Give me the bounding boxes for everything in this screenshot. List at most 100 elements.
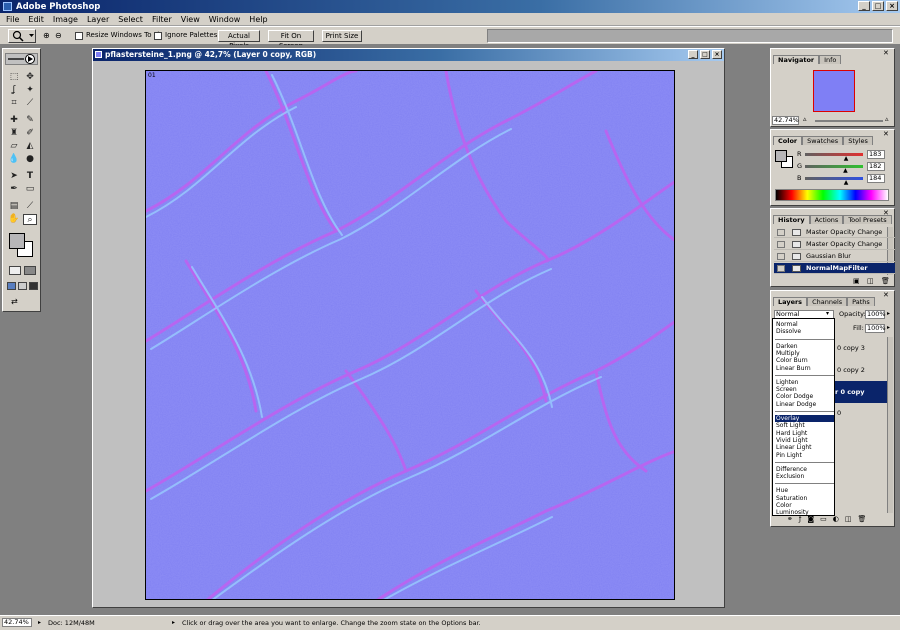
layers-close-icon[interactable]: ✕ bbox=[883, 291, 889, 299]
foreground-color-swatch[interactable] bbox=[9, 233, 25, 249]
blend-mode-option[interactable]: Normal bbox=[775, 321, 834, 328]
blend-mode-option[interactable]: Linear Dodge bbox=[775, 401, 834, 408]
blend-mode-option[interactable]: Color Burn bbox=[775, 357, 834, 364]
paint-bucket-tool-icon[interactable]: ◭ bbox=[23, 141, 37, 152]
blend-mode-dropdown-arrow-icon[interactable]: ▾ bbox=[826, 310, 829, 317]
blend-mode-option[interactable]: Soft Light bbox=[775, 422, 834, 429]
tab-tool-presets[interactable]: Tool Presets bbox=[843, 215, 892, 224]
brush-tool-icon[interactable]: ✎ bbox=[23, 115, 37, 126]
slider-handle-icon[interactable]: ▲ bbox=[844, 179, 849, 186]
tab-navigator[interactable]: Navigator bbox=[773, 55, 820, 64]
blur-tool-icon[interactable]: 💧 bbox=[7, 154, 21, 165]
maximize-button[interactable]: □ bbox=[872, 1, 884, 11]
menu-file[interactable]: File bbox=[6, 15, 19, 24]
slider-handle-icon[interactable]: ▲ bbox=[843, 167, 848, 174]
blend-mode-option[interactable]: Hue bbox=[775, 487, 834, 494]
lasso-tool-icon[interactable]: ʆ bbox=[7, 85, 21, 96]
blend-mode-option[interactable]: Color bbox=[775, 502, 834, 509]
full-screen-mode-icon[interactable] bbox=[29, 282, 38, 290]
zoom-out-icon[interactable]: ⊖ bbox=[55, 31, 65, 41]
menu-edit[interactable]: Edit bbox=[28, 15, 44, 24]
tab-history[interactable]: History bbox=[773, 215, 810, 224]
actual-pixels-button[interactable]: Actual Pixels bbox=[218, 30, 260, 50]
history-new-document-icon[interactable]: ◫ bbox=[867, 277, 874, 285]
fill-arrow-icon[interactable]: ▸ bbox=[887, 324, 890, 331]
link-layers-icon[interactable]: ⚭ bbox=[787, 515, 793, 526]
layer-row-selected[interactable]: r 0 copy bbox=[835, 381, 892, 403]
blend-mode-option[interactable]: Linear Burn bbox=[775, 365, 834, 372]
history-snapshot-icon[interactable]: ▣ bbox=[853, 277, 860, 285]
opacity-field[interactable]: 100% bbox=[865, 310, 886, 319]
zoom-in-icon[interactable]: ▵ bbox=[885, 115, 889, 123]
tab-info[interactable]: Info bbox=[819, 55, 842, 64]
history-trash-icon[interactable]: 🗑 bbox=[881, 277, 890, 285]
navigator-thumbnail[interactable] bbox=[813, 70, 855, 112]
minimize-button[interactable]: _ bbox=[858, 1, 870, 11]
status-zoom-field[interactable]: 42.74% bbox=[2, 618, 32, 627]
menu-view[interactable]: View bbox=[181, 15, 200, 24]
layer-row[interactable]: 0 copy 2 bbox=[837, 362, 893, 382]
print-size-button[interactable]: Print Size bbox=[322, 30, 362, 42]
tab-swatches[interactable]: Swatches bbox=[802, 136, 844, 145]
zoom-tool-preset-picker[interactable] bbox=[8, 29, 36, 43]
close-button[interactable]: × bbox=[886, 1, 898, 11]
new-layer-icon[interactable]: ◫ bbox=[845, 515, 852, 526]
blend-mode-option[interactable]: Saturation bbox=[775, 495, 834, 502]
palette-well[interactable] bbox=[487, 29, 893, 43]
history-brush-source-box[interactable] bbox=[777, 265, 785, 272]
standard-mode-icon[interactable] bbox=[9, 266, 21, 275]
blend-mode-option[interactable]: Pin Light bbox=[775, 452, 834, 459]
blend-mode-option[interactable]: Color Dodge bbox=[775, 393, 834, 400]
zoom-in-icon[interactable]: ⊕ bbox=[43, 31, 53, 41]
crop-tool-icon[interactable]: ⌗ bbox=[7, 98, 21, 109]
menu-window[interactable]: Window bbox=[209, 15, 241, 24]
menu-select[interactable]: Select bbox=[118, 15, 143, 24]
color-foreground-swatch[interactable] bbox=[775, 150, 787, 162]
color-channel-value[interactable]: 183 bbox=[867, 150, 885, 159]
clone-stamp-tool-icon[interactable]: ♜ bbox=[7, 128, 21, 139]
document-title-bar[interactable]: pflastersteine_1.png @ 42,7% (Layer 0 co… bbox=[93, 49, 724, 61]
full-screen-menu-mode-icon[interactable] bbox=[18, 282, 27, 290]
blend-mode-option[interactable]: Luminosity bbox=[775, 509, 834, 516]
layer-mask-icon[interactable]: ◙ bbox=[807, 515, 814, 526]
type-tool-icon[interactable]: T bbox=[23, 171, 37, 182]
color-channel-slider[interactable] bbox=[805, 177, 863, 180]
layers-scrollbar[interactable] bbox=[887, 337, 893, 513]
history-brush-source-box[interactable] bbox=[777, 229, 785, 236]
ignore-palettes-checkbox[interactable] bbox=[154, 32, 162, 40]
navigator-close-icon[interactable]: ✕ bbox=[883, 49, 889, 57]
color-channel-slider[interactable] bbox=[805, 165, 863, 168]
tab-color[interactable]: Color bbox=[773, 136, 803, 145]
history-state-item[interactable]: NormalMapFilter bbox=[774, 263, 895, 274]
blend-mode-option[interactable]: Difference bbox=[775, 466, 834, 473]
blend-mode-option[interactable]: Hard Light bbox=[775, 430, 834, 437]
tab-paths[interactable]: Paths bbox=[847, 297, 875, 306]
magic-wand-tool-icon[interactable]: ✦ bbox=[23, 85, 37, 96]
tab-channels[interactable]: Channels bbox=[807, 297, 848, 306]
resize-windows-checkbox[interactable] bbox=[75, 32, 83, 40]
dodge-tool-icon[interactable]: ● bbox=[23, 154, 37, 165]
blend-mode-dropdown-list[interactable]: Normal Dissolve Darken Multiply Color Burn Li… bbox=[772, 318, 835, 516]
color-panel-close-icon[interactable]: ✕ bbox=[883, 130, 889, 138]
menu-help[interactable]: Help bbox=[249, 15, 267, 24]
color-spectrum-bar[interactable] bbox=[775, 189, 889, 201]
document-canvas[interactable]: 01 bbox=[145, 70, 675, 600]
notes-tool-icon[interactable]: ▤ bbox=[7, 201, 21, 212]
eraser-tool-icon[interactable]: ▱ bbox=[7, 141, 21, 152]
move-tool-icon[interactable]: ✥ bbox=[23, 72, 37, 83]
menu-image[interactable]: Image bbox=[53, 15, 78, 24]
blend-mode-option[interactable]: Multiply bbox=[775, 350, 834, 357]
eyedropper-tool-icon[interactable]: ⟋ bbox=[23, 201, 37, 212]
quick-mask-mode-icon[interactable] bbox=[24, 266, 36, 275]
path-selection-tool-icon[interactable]: ➤ bbox=[7, 171, 21, 182]
document-minimize-button[interactable]: _ bbox=[688, 50, 698, 59]
history-state-item[interactable]: Gaussian Blur bbox=[774, 251, 895, 262]
history-brush-source-box[interactable] bbox=[777, 241, 785, 248]
layer-row[interactable]: 0 copy 3 bbox=[837, 340, 893, 360]
tab-layers[interactable]: Layers bbox=[773, 297, 808, 306]
document-maximize-button[interactable]: □ bbox=[700, 50, 710, 59]
zoom-out-icon[interactable]: ▵ bbox=[803, 115, 807, 123]
status-info-arrow-icon[interactable]: ▸ bbox=[172, 619, 175, 626]
pen-tool-icon[interactable]: ✒ bbox=[7, 184, 21, 195]
blend-mode-option[interactable]: Dissolve bbox=[775, 328, 834, 335]
